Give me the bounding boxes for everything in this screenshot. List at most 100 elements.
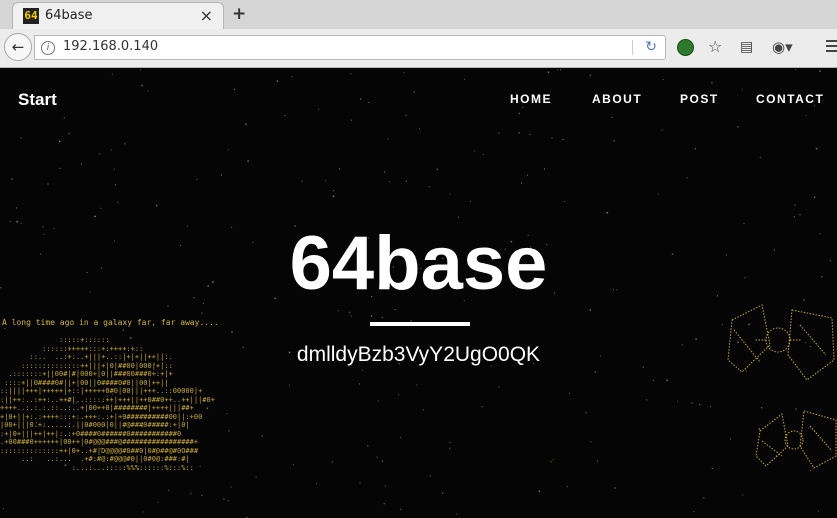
star (474, 150, 476, 152)
star (691, 402, 693, 404)
star (556, 69, 558, 71)
reload-icon[interactable]: ↻ (645, 39, 657, 55)
star (711, 82, 713, 84)
new-tab-button[interactable]: + (232, 4, 246, 24)
star (223, 498, 225, 500)
star (819, 70, 821, 72)
star (289, 384, 290, 386)
star (201, 494, 203, 496)
star (157, 501, 159, 503)
star (560, 69, 562, 71)
star (228, 149, 230, 151)
star (337, 310, 339, 312)
info-icon[interactable]: i (41, 41, 55, 55)
star (20, 137, 22, 139)
star (368, 102, 370, 103)
star (63, 117, 65, 119)
nav-contact[interactable]: CONTACT (756, 92, 824, 106)
star (657, 193, 659, 195)
star (400, 436, 401, 438)
star (449, 193, 451, 195)
star (348, 311, 350, 313)
tab-title: 64base (45, 8, 93, 23)
star (3, 508, 5, 510)
favicon-icon: 64 (23, 8, 39, 24)
star (11, 178, 13, 180)
star (422, 409, 424, 411)
address-bar[interactable]: i 192.168.0.140 ↻ (34, 35, 666, 60)
star (759, 156, 761, 158)
star (231, 331, 233, 333)
star (815, 148, 818, 150)
tie-fighter-2 (755, 410, 837, 469)
star (613, 140, 615, 142)
star (113, 168, 115, 170)
star (370, 315, 373, 317)
star (585, 412, 587, 414)
star (122, 329, 124, 331)
nav-about[interactable]: ABOUT (592, 92, 642, 106)
browser-tab[interactable]: 64 64base × (12, 2, 224, 29)
star (569, 393, 570, 395)
star (196, 178, 198, 180)
extension-icon[interactable] (677, 39, 694, 56)
star (566, 486, 568, 488)
star (228, 430, 230, 432)
star (156, 204, 158, 207)
url-text[interactable]: 192.168.0.140 (63, 39, 158, 54)
star (387, 138, 389, 140)
star (110, 149, 112, 151)
star (331, 461, 333, 463)
star (100, 207, 102, 209)
tie-fighter-1 (727, 304, 835, 381)
nav-post[interactable]: POST (680, 92, 719, 106)
nav-home[interactable]: HOME (510, 92, 552, 106)
star (464, 78, 466, 80)
star (167, 305, 169, 307)
star (813, 196, 816, 198)
bookmark-star-icon[interactable]: ☆ (708, 37, 722, 57)
star (614, 487, 616, 489)
star (99, 153, 101, 155)
star (552, 459, 554, 461)
star (652, 379, 654, 381)
star (59, 167, 61, 169)
star (359, 98, 362, 100)
star (795, 68, 797, 70)
star (332, 195, 335, 198)
star (805, 115, 807, 117)
reading-list-icon[interactable]: ▤ (740, 37, 753, 57)
menu-icon[interactable] (826, 40, 837, 55)
star (666, 379, 668, 381)
star (457, 216, 459, 218)
star (381, 460, 383, 462)
close-tab-icon[interactable]: × (200, 6, 213, 25)
star (662, 79, 664, 80)
star (115, 184, 117, 186)
star (350, 73, 352, 75)
death-star-ascii-art: :::::+:::::: ::::::+++++:::+:++++:+:: ::… (0, 336, 215, 472)
pocket-icon[interactable]: ◉▾ (772, 37, 793, 57)
back-button[interactable]: ← (4, 33, 32, 61)
star (742, 494, 744, 496)
star (416, 384, 418, 386)
star (333, 189, 335, 191)
star (711, 468, 713, 469)
star (376, 456, 378, 458)
star (350, 315, 352, 317)
star (9, 221, 11, 223)
star (737, 126, 739, 128)
star (4, 327, 6, 329)
hero-title: 64base (289, 221, 548, 306)
star (284, 115, 286, 117)
star (594, 371, 597, 373)
star (597, 460, 598, 462)
star (481, 406, 483, 408)
star (80, 163, 82, 165)
star (245, 123, 247, 125)
star (449, 441, 451, 443)
star (68, 132, 70, 135)
star (324, 180, 326, 182)
brand-link[interactable]: Start (18, 90, 57, 110)
star (456, 513, 458, 515)
